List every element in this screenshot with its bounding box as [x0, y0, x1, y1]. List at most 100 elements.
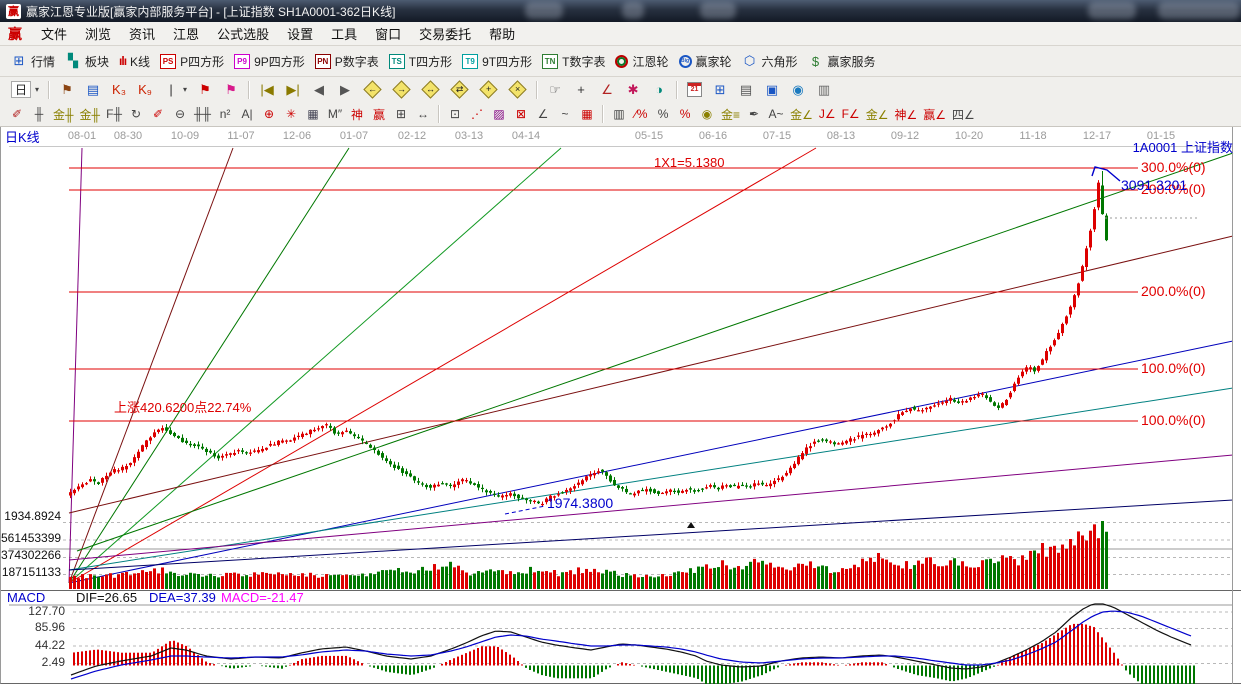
gold-angle-2-button[interactable]: 金∠: [863, 105, 892, 124]
star-web-button[interactable]: ✳: [280, 105, 302, 124]
menu-item-资讯[interactable]: 资讯: [120, 22, 164, 45]
gold-grid-button[interactable]: 金╫: [50, 105, 77, 124]
calendar-21-icon[interactable]: 21: [682, 80, 707, 99]
zoom-h-diamond-icon[interactable]: ↔: [416, 81, 445, 98]
t9-square-button[interactable]: T99T四方形: [457, 51, 537, 72]
t-number-button[interactable]: TNT数字表: [537, 51, 610, 72]
full-view-diamond-icon[interactable]: ×: [503, 81, 532, 98]
title-bar[interactable]: 赢 赢家江恩专业版[赢家内部服务平台] - [上证指数 SH1A0001-362…: [0, 0, 1241, 22]
box-x-button[interactable]: ⊠: [510, 105, 532, 124]
angle-tool-icon[interactable]: ∠: [594, 79, 620, 100]
fan-lines-button[interactable]: ⋰: [466, 105, 488, 124]
macd-panel: MACD DIF=26.65 DEA=37.39 MACD=-21.47 127…: [0, 590, 1241, 684]
f-grid-button[interactable]: F╫: [103, 105, 125, 124]
menu-item-公式选股[interactable]: 公式选股: [208, 22, 278, 45]
menu-item-工具[interactable]: 工具: [322, 22, 366, 45]
notes-icon[interactable]: ▤: [733, 79, 759, 100]
price-chart-canvas[interactable]: [1, 127, 1241, 590]
wave-button[interactable]: ~: [554, 105, 576, 124]
web-icon[interactable]: ◉: [785, 79, 811, 100]
web-box-button[interactable]: ▦: [302, 105, 324, 124]
color-flag-icon[interactable]: ⚑: [218, 79, 244, 100]
ink-pen-button[interactable]: ✒: [743, 105, 765, 124]
spiral-button[interactable]: ↻: [125, 105, 147, 124]
p-number-button[interactable]: PNP数字表: [310, 51, 384, 72]
gold-lines-button[interactable]: 金≡: [718, 105, 743, 124]
expand-diamond-icon[interactable]: +: [474, 81, 503, 98]
winner-wheel-button[interactable]: Big赢家轮: [674, 51, 737, 72]
red-grid-button[interactable]: ▦: [576, 105, 598, 124]
menu-item-交易委托[interactable]: 交易委托: [410, 22, 480, 45]
calculator-icon[interactable]: ⊞: [707, 79, 733, 100]
ying-grid-button[interactable]: 赢: [368, 105, 390, 124]
red-pen-button[interactable]: ✐: [147, 105, 169, 124]
mark-flag-icon[interactable]: ⚑: [192, 79, 218, 100]
bars-button[interactable]: ▥: [608, 105, 630, 124]
info-clipboard-icon[interactable]: ▤: [80, 79, 106, 100]
single-candle-icon[interactable]: |▾: [158, 79, 192, 100]
j-angle-button[interactable]: J∠: [816, 105, 839, 124]
gann-wheel-button[interactable]: 江恩轮: [610, 51, 673, 72]
h-arrow-button[interactable]: ↔: [412, 105, 434, 124]
date-axis-label: 10-20: [955, 131, 983, 143]
t-square-button[interactable]: TST四方形: [384, 51, 457, 72]
kline-9-icon[interactable]: K₉: [132, 79, 158, 100]
p9-square-button[interactable]: P99P四方形: [229, 51, 310, 72]
period-dropdown-icon[interactable]: ▾: [35, 85, 39, 94]
percent-line-button[interactable]: %: [674, 105, 696, 124]
ruler-grid-button[interactable]: ⊞: [390, 105, 412, 124]
crosshair-icon[interactable]: +: [568, 79, 594, 100]
hexagon-button-label: 六角形: [762, 53, 798, 70]
menu-item-帮助[interactable]: 帮助: [480, 22, 524, 45]
pink-tool-icon[interactable]: ✱: [620, 79, 646, 100]
prev-bar-icon[interactable]: ◀: [306, 79, 332, 100]
p-square-button[interactable]: PSP四方形: [155, 51, 229, 72]
winner-service-button[interactable]: $赢家服务: [803, 51, 881, 72]
ying-angle-button[interactable]: 赢∠: [920, 105, 949, 124]
menu-item-文件[interactable]: 文件: [32, 22, 76, 45]
gold-circle-button[interactable]: ◉: [696, 105, 718, 124]
region-flag-icon[interactable]: ⚑: [54, 79, 80, 100]
gold-angle-button[interactable]: 金∠: [787, 105, 816, 124]
m-mark-button[interactable]: M″: [324, 105, 346, 124]
shen-angle-button[interactable]: 神∠: [891, 105, 920, 124]
wave-a-button[interactable]: A~: [765, 105, 787, 124]
compress-diamond-icon[interactable]: ⇄: [445, 81, 474, 98]
angle-a-button[interactable]: A|: [236, 105, 258, 124]
gold-grid-2-button[interactable]: 金╫: [77, 105, 104, 124]
n-square-button[interactable]: n²: [214, 105, 236, 124]
menu-item-窗口[interactable]: 窗口: [366, 22, 410, 45]
box-fan-button[interactable]: ▨: [488, 105, 510, 124]
pan-right-diamond-icon[interactable]: →: [387, 81, 416, 98]
hexagon-button[interactable]: ⬡六角形: [737, 51, 803, 72]
print-icon[interactable]: ▥: [811, 79, 837, 100]
last-bar-icon[interactable]: ▶|: [280, 79, 306, 100]
save-icon[interactable]: ▣: [759, 79, 785, 100]
menu-item-设置[interactable]: 设置: [278, 22, 322, 45]
kline-button[interactable]: ılıK线: [114, 51, 155, 72]
angle-lines-button[interactable]: ∠: [532, 105, 554, 124]
double-grid-button[interactable]: ╫╫: [191, 105, 214, 124]
si-angle-button[interactable]: 四∠: [949, 105, 978, 124]
f-angle-button[interactable]: F∠: [839, 105, 863, 124]
menu-item-江恩[interactable]: 江恩: [164, 22, 208, 45]
hand-tool-icon[interactable]: ☞: [542, 79, 568, 100]
next-bar-icon[interactable]: ▶: [332, 79, 358, 100]
cycle-tool-icon[interactable]: ◑: [646, 79, 672, 100]
market-quotes-button[interactable]: ⊞行情: [6, 51, 60, 72]
kline-3-icon[interactable]: K₃: [106, 79, 132, 100]
gann-grid-button[interactable]: ╫: [28, 105, 50, 124]
draw-pen-button[interactable]: ✐: [6, 105, 28, 124]
period-day-button[interactable]: 日▾: [6, 79, 44, 100]
target-cross-button[interactable]: ⊕: [258, 105, 280, 124]
slash-percent-button[interactable]: ∕%: [630, 105, 652, 124]
box-tool-button[interactable]: ⊡: [444, 105, 466, 124]
sector-blocks-button[interactable]: ▚板块: [60, 51, 114, 72]
circle-slash-button[interactable]: ⊖: [169, 105, 191, 124]
percent-button[interactable]: %: [652, 105, 674, 124]
pan-left-diamond-icon[interactable]: ←: [358, 81, 387, 98]
menu-item-浏览[interactable]: 浏览: [76, 22, 120, 45]
first-bar-icon[interactable]: |◀: [254, 79, 280, 100]
single-candle-icon-dropdown[interactable]: ▾: [183, 85, 187, 94]
shen-grid-button[interactable]: 神: [346, 105, 368, 124]
